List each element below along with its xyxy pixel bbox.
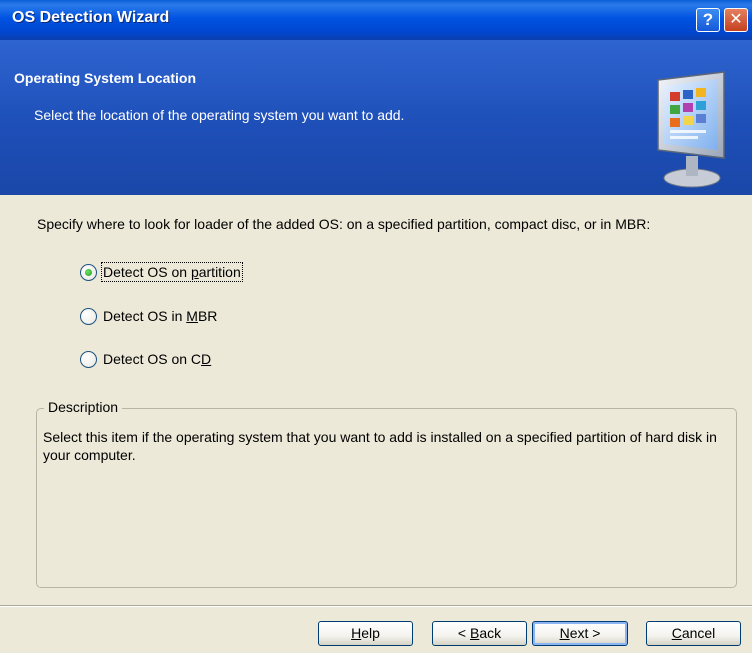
radio-detect-cd[interactable]: Detect OS on CD [80,348,211,370]
radio-label[interactable]: Detect OS in MBR [103,308,217,324]
cancel-button[interactable]: Cancel [646,621,741,646]
header-subtitle: Select the location of the operating sys… [34,107,405,123]
radio-label[interactable]: Detect OS on CD [103,351,211,367]
close-button[interactable]: ✕ [724,8,748,32]
radio-detect-partition[interactable]: Detect OS on partition [80,261,243,283]
close-icon: ✕ [729,11,743,28]
monitor-icon [657,71,725,188]
help-button[interactable]: Help [318,621,413,646]
help-title-button[interactable]: ? [696,8,720,32]
footer-separator [0,605,752,607]
wizard-window: OS Detection Wizard ? ✕ Operating System… [0,0,752,653]
header-title: Operating System Location [14,70,197,86]
radio-button-checked[interactable] [80,263,97,281]
radio-button[interactable] [80,307,97,325]
window-title: OS Detection Wizard [12,9,170,26]
wizard-header: Operating System Location Select the loc… [0,40,752,195]
radio-label[interactable]: Detect OS on partition [101,262,243,282]
radio-detect-mbr[interactable]: Detect OS in MBR [80,305,217,327]
back-button[interactable]: < Back [432,621,527,646]
title-bar[interactable]: OS Detection Wizard ? ✕ [0,0,752,40]
next-button[interactable]: Next > [532,621,628,646]
description-text: Select this item if the operating system… [43,429,717,463]
radio-button[interactable] [80,350,97,368]
question-icon: ? [702,10,714,29]
instruction-text: Specify where to look for loader of the … [37,216,651,232]
description-legend: Description [44,399,123,415]
